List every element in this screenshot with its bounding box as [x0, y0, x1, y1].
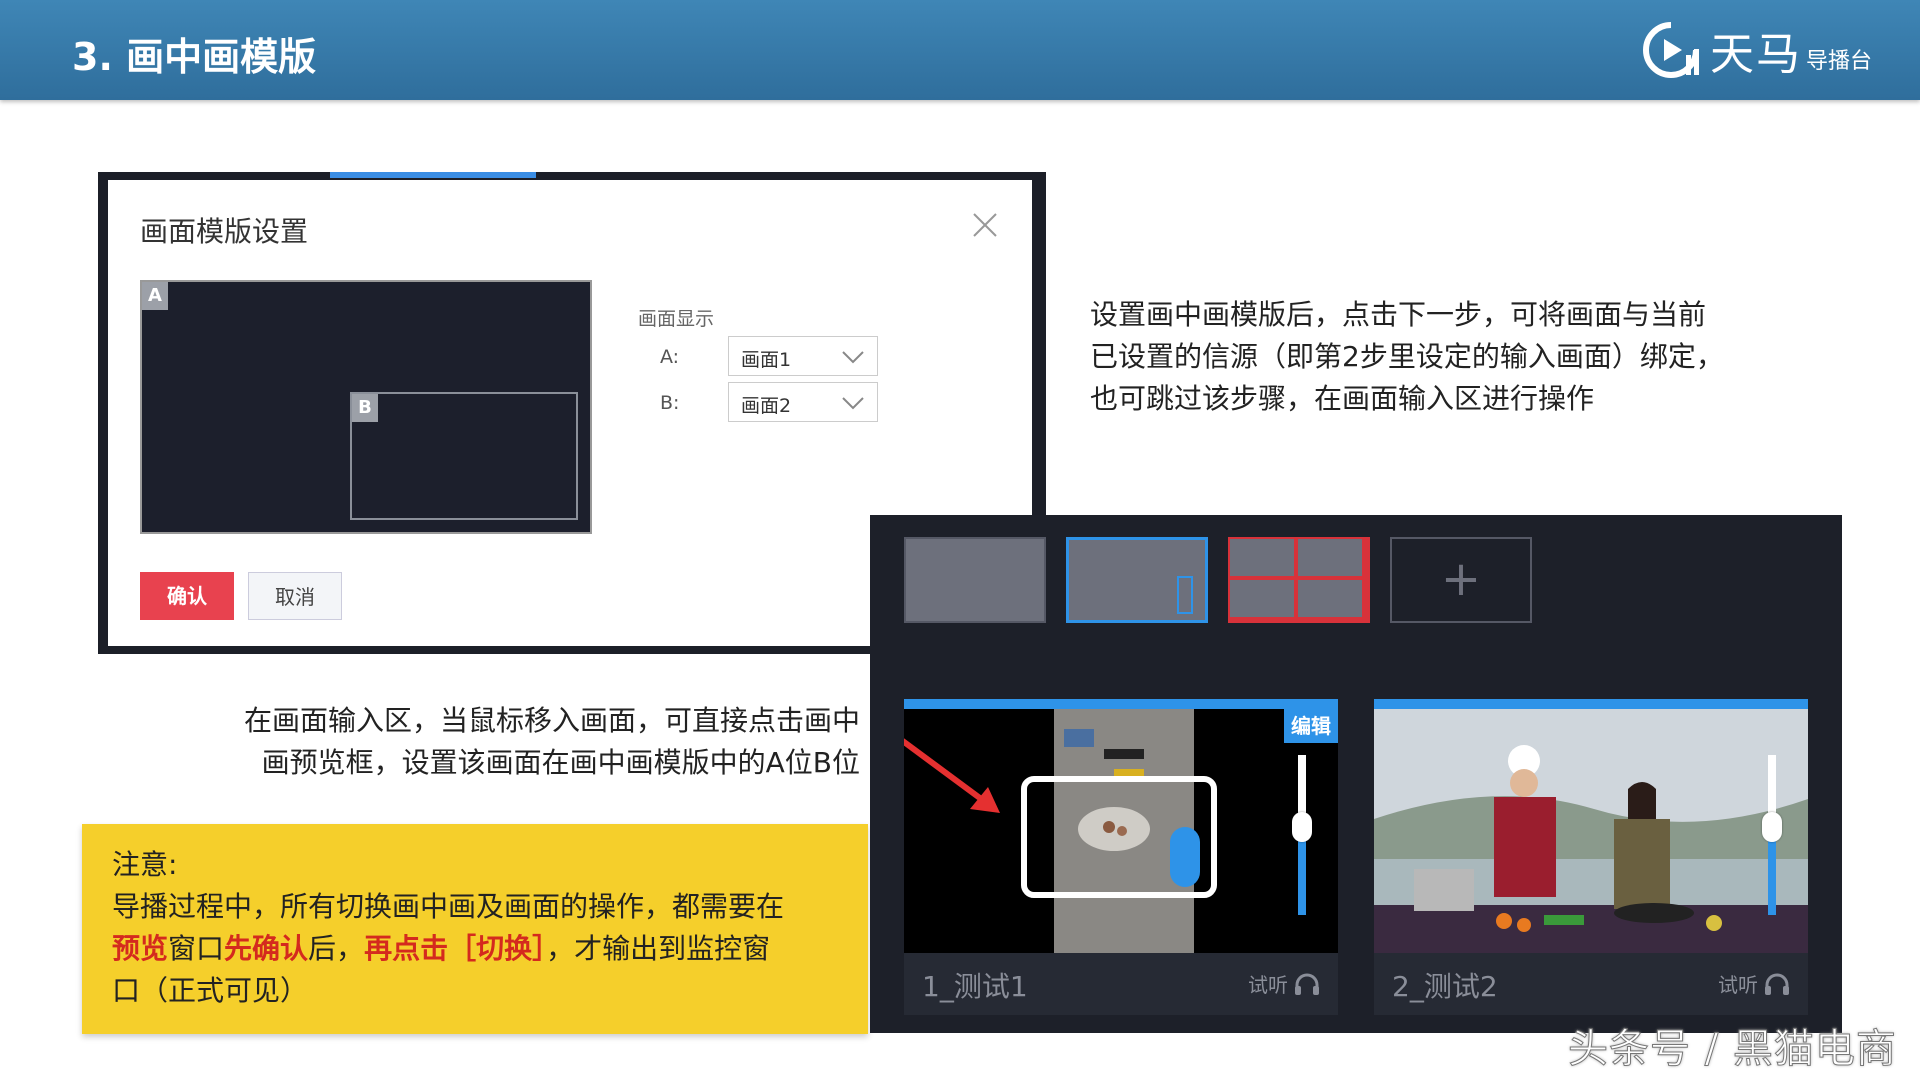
desc-right-line: 已设置的信源（即第2步里设定的输入画面）绑定，: [1090, 340, 1724, 373]
template-single[interactable]: [904, 537, 1046, 623]
listen-button[interactable]: 试听: [1718, 969, 1790, 998]
background-tab-peek: [330, 172, 536, 178]
quad-cell: [1230, 580, 1294, 617]
camera-name: 1_测试1: [922, 970, 1028, 1003]
camera-2-video: [1374, 709, 1808, 953]
desc-left-line: 在画面输入区，当鼠标移入画面，可直接点击画中: [243, 704, 860, 737]
layout-preview: A B: [140, 280, 592, 534]
note-title: 注意:: [112, 848, 178, 881]
logo-text: 天马: [1710, 29, 1802, 80]
note-text: 窗口: [168, 932, 225, 965]
select-source-a[interactable]: 画面1: [728, 336, 878, 376]
headphones-icon: [1765, 973, 1789, 995]
display-section-label: 画面显示: [638, 308, 715, 330]
add-template-button[interactable]: +: [1390, 537, 1532, 623]
kitchen-video-scene: [904, 709, 1338, 953]
camera-1-video: [904, 709, 1338, 953]
volume-knob[interactable]: [1292, 812, 1312, 842]
listen-label: 试听: [1718, 973, 1758, 997]
brand-logo: 天马 导播台: [1640, 20, 1872, 80]
note-line: 口（正式可见）: [112, 974, 309, 1007]
position-b-badge: B: [352, 394, 378, 422]
play-logo-icon: [1643, 22, 1699, 78]
active-indicator-bar: [904, 699, 1338, 709]
note-line: 导播过程中，所有切换画中画及画面的操作，都需要在: [112, 890, 785, 923]
listen-button[interactable]: 试听: [1248, 969, 1320, 998]
quad-cell: [1230, 539, 1294, 576]
active-indicator-bar: [1374, 699, 1808, 709]
edit-button[interactable]: 编辑: [1284, 709, 1338, 743]
volume-slider[interactable]: [1762, 755, 1782, 915]
chevron-down-icon: [842, 397, 864, 410]
header-bar: 3. 画中画模版 天马 导播台: [0, 0, 1920, 100]
desc-right-line: 设置画中画模版后，点击下一步，可将画面与当前: [1090, 298, 1707, 331]
note-line: 预览窗口先确认后，再点击［切换］，才输出到监控窗: [112, 928, 838, 970]
description-left: 在画面输入区，当鼠标移入画面，可直接点击画中 画预览框，设置该画面在画中画模版中…: [170, 700, 860, 784]
note-highlight: 再点击［切换］: [364, 932, 547, 965]
page-title: 3. 画中画模版: [72, 35, 317, 79]
select-source-b[interactable]: 画面2: [728, 382, 878, 422]
row-b-label: B:: [660, 392, 680, 414]
note-text: ，才输出到监控窗: [546, 932, 771, 965]
listen-label: 试听: [1248, 973, 1288, 997]
plus-icon: +: [1440, 551, 1482, 607]
chevron-down-icon: [842, 351, 864, 364]
close-icon[interactable]: [970, 210, 1000, 240]
camera-tile-1[interactable]: 编辑 1_测试1 试听: [904, 699, 1338, 1015]
select-a-value: 画面1: [741, 349, 792, 371]
cancel-button[interactable]: 取消: [248, 572, 342, 620]
template-quad[interactable]: [1228, 537, 1370, 623]
note-highlight: 预览: [112, 932, 169, 965]
dialog-title: 画面模版设置: [140, 215, 309, 248]
watermark: 头条号 / 黑猫电商: [1568, 1026, 1897, 1073]
note-text: 后，: [308, 932, 365, 965]
headphones-icon: [1295, 973, 1319, 995]
row-a-label: A:: [660, 346, 680, 368]
pip-window-b[interactable]: B: [350, 392, 578, 520]
desc-left-line: 画预览框，设置该画面在画中画模版中的A位B位: [261, 746, 860, 779]
volume-knob[interactable]: [1762, 812, 1782, 842]
volume-slider[interactable]: [1292, 755, 1312, 915]
quad-cell: [1298, 539, 1362, 576]
desc-right-line: 也可跳过该步骤，在画面输入区进行操作: [1090, 382, 1595, 415]
input-area-screenshot: + 编辑 1_测试1 试听 2_测试2 试听: [870, 515, 1842, 1033]
quad-cell: [1298, 580, 1362, 617]
confirm-button[interactable]: 确认: [140, 572, 234, 620]
logo-subtext: 导播台: [1806, 49, 1873, 74]
select-b-value: 画面2: [741, 395, 792, 417]
position-a-badge[interactable]: A: [142, 282, 168, 310]
camera-name: 2_测试2: [1392, 970, 1498, 1003]
pip-mini-frame: [1177, 576, 1193, 614]
camera-tile-2[interactable]: 2_测试2 试听: [1374, 699, 1808, 1015]
description-right: 设置画中画模版后，点击下一步，可将画面与当前 已设置的信源（即第2步里设定的输入…: [1090, 294, 1810, 420]
note-box: 注意: 导播过程中，所有切换画中画及画面的操作，都需要在 预览窗口先确认后，再点…: [82, 824, 868, 1034]
note-highlight: 先确认: [224, 932, 309, 965]
template-pip[interactable]: [1066, 537, 1208, 623]
cooking-show-scene: [1374, 709, 1808, 953]
